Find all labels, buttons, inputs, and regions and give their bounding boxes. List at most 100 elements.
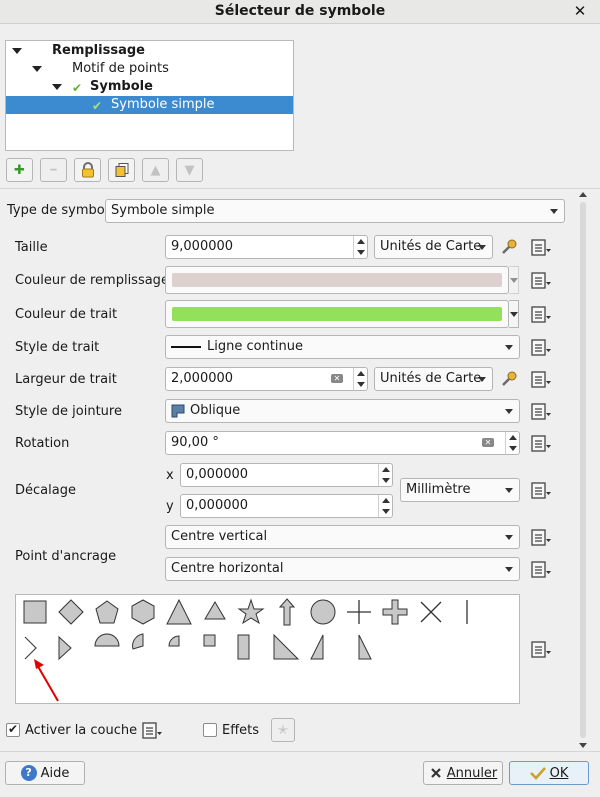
marker-shape-list[interactable]	[15, 594, 520, 704]
shape-semicircle[interactable]	[91, 632, 123, 664]
help-button[interactable]: ? Aide	[5, 761, 85, 785]
tree-item-symbole[interactable]: ✔ Symbole	[6, 78, 293, 96]
spin-buttons[interactable]	[378, 464, 392, 486]
scroll-up-icon[interactable]	[579, 192, 587, 197]
tree-item-label: Symbole	[90, 79, 153, 94]
spin-buttons[interactable]	[505, 432, 519, 454]
tree-item-remplissage[interactable]: Remplissage	[6, 42, 293, 60]
chevron-down-icon	[510, 278, 518, 283]
scroll-down-icon[interactable]	[579, 743, 587, 748]
join-style-combo[interactable]: Oblique	[165, 399, 520, 423]
spin-buttons[interactable]	[353, 236, 367, 258]
shape-diagonal-half-square[interactable]	[271, 632, 303, 664]
fill-color-button[interactable]	[165, 266, 509, 294]
spin-down-icon[interactable]	[357, 250, 365, 255]
spin-up-icon[interactable]	[357, 239, 365, 244]
data-defined-override-icon[interactable]	[140, 721, 164, 741]
wrench-icon[interactable]	[500, 370, 518, 388]
ok-button[interactable]: OK	[509, 761, 589, 785]
clear-icon[interactable]: ✕	[331, 374, 343, 383]
spin-buttons[interactable]	[378, 495, 392, 517]
collapse-arrow-icon[interactable]	[52, 84, 62, 90]
spin-down-icon[interactable]	[382, 478, 390, 483]
shape-star[interactable]	[235, 596, 267, 628]
effects-settings-button[interactable]: ✭	[271, 718, 295, 742]
offset-x-spinbox[interactable]: 0,000000	[180, 463, 393, 487]
symbol-type-combo[interactable]: Symbole simple	[105, 199, 565, 223]
spin-up-icon[interactable]	[382, 467, 390, 472]
shape-diamond[interactable]	[55, 596, 87, 628]
data-defined-override-icon[interactable]	[529, 528, 553, 548]
effects-checkbox[interactable]	[203, 723, 217, 737]
shape-half-square[interactable]	[235, 632, 267, 664]
fill-color-menu-button[interactable]	[509, 266, 519, 294]
shape-triangle[interactable]	[163, 596, 195, 628]
anchor-vertical-combo[interactable]: Centre vertical	[165, 525, 520, 549]
vertical-scrollbar[interactable]	[577, 190, 589, 750]
spin-down-icon[interactable]	[357, 382, 365, 387]
spin-down-icon[interactable]	[509, 446, 517, 451]
collapse-arrow-icon[interactable]	[12, 48, 22, 54]
stroke-width-unit-combo[interactable]: Unités de Carte	[374, 367, 493, 391]
spin-buttons[interactable]	[353, 368, 367, 390]
data-defined-override-icon[interactable]	[529, 338, 553, 358]
shape-circle[interactable]	[307, 596, 339, 628]
cancel-button[interactable]: Annuler	[423, 761, 503, 785]
shape-line[interactable]	[451, 596, 483, 628]
shape-arrow[interactable]	[271, 596, 303, 628]
anchor-horizontal-combo[interactable]: Centre horizontal	[165, 557, 520, 581]
size-spinbox[interactable]: 9,000000	[165, 235, 368, 259]
rotation-spinbox[interactable]: 90,00 ° ✕	[165, 431, 520, 455]
shape-cross[interactable]	[343, 596, 375, 628]
shape-cross2[interactable]	[415, 596, 447, 628]
size-unit-combo[interactable]: Unités de Carte	[374, 235, 493, 259]
scrollbar-track[interactable]	[580, 202, 586, 738]
data-defined-override-icon[interactable]	[529, 402, 553, 422]
stroke-color-menu-button[interactable]	[509, 300, 519, 328]
shape-pentagon[interactable]	[91, 596, 123, 628]
offset-unit-combo[interactable]: Millimètre	[400, 478, 520, 502]
enable-layer-checkbox[interactable]: ✔	[6, 722, 20, 737]
shape-right-half-triangle[interactable]	[307, 632, 339, 664]
data-defined-override-icon[interactable]	[529, 370, 553, 390]
data-defined-override-icon[interactable]	[529, 305, 553, 325]
shape-quarter-square[interactable]	[199, 632, 231, 664]
collapse-arrow-icon[interactable]	[32, 66, 42, 72]
wrench-icon[interactable]	[500, 238, 518, 256]
offset-label: Décalage	[15, 483, 76, 498]
data-defined-override-icon[interactable]	[529, 640, 553, 660]
data-defined-override-icon[interactable]	[529, 560, 553, 580]
symbol-layer-tree[interactable]: Remplissage Motif de points ✔ Symbole ✔ …	[5, 40, 294, 151]
data-defined-override-icon[interactable]	[529, 238, 553, 258]
data-defined-override-icon[interactable]	[529, 481, 553, 501]
shape-hexagon[interactable]	[127, 596, 159, 628]
shape-third-circle[interactable]	[127, 632, 159, 664]
lock-layer-button[interactable]	[74, 158, 101, 182]
cancel-button-label: Annuler	[446, 765, 498, 781]
move-up-button[interactable]: ▲	[142, 158, 169, 182]
spin-up-icon[interactable]	[509, 435, 517, 440]
duplicate-layer-button[interactable]	[108, 158, 135, 182]
shape-quarter-circle[interactable]	[163, 632, 195, 664]
close-icon[interactable]: ✕	[572, 2, 588, 20]
clear-icon[interactable]: ✕	[482, 438, 494, 447]
shape-square[interactable]	[19, 596, 51, 628]
spin-up-icon[interactable]	[382, 498, 390, 503]
offset-y-spinbox[interactable]: 0,000000	[180, 494, 393, 518]
spin-up-icon[interactable]	[357, 371, 365, 376]
add-layer-button[interactable]: ✚	[6, 158, 33, 182]
shape-cross-fill[interactable]	[379, 596, 411, 628]
tree-item-symbole-simple[interactable]: ✔ Symbole simple	[6, 96, 293, 114]
stroke-style-combo[interactable]: Ligne continue	[165, 335, 520, 359]
shape-equilateral-triangle[interactable]	[199, 596, 231, 628]
shape-left-half-triangle[interactable]	[351, 632, 383, 664]
data-defined-override-icon[interactable]	[529, 271, 553, 291]
stroke-color-button[interactable]	[165, 300, 509, 328]
spin-down-icon[interactable]	[382, 509, 390, 514]
remove-layer-button[interactable]: ━	[40, 158, 67, 182]
ok-button-label: OK	[549, 765, 569, 781]
move-down-button[interactable]: ▼	[176, 158, 203, 182]
data-defined-override-icon[interactable]	[529, 434, 553, 454]
stroke-width-spinbox[interactable]: 2,000000 ✕	[165, 367, 368, 391]
tree-item-motif-de-points[interactable]: Motif de points	[6, 60, 293, 78]
